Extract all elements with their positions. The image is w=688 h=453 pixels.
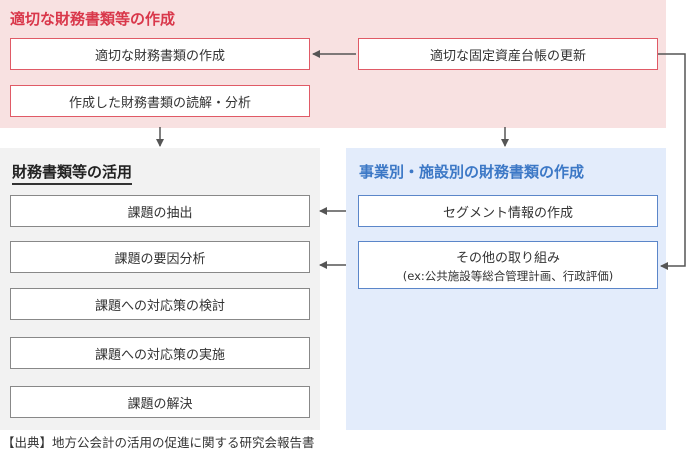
- arrow-ledger-to-other-initiatives: [658, 53, 686, 270]
- source-caption: 【出典】地方公会計の活用の促進に関する研究会報告書: [2, 435, 315, 450]
- flow-arrows: [156, 50, 686, 270]
